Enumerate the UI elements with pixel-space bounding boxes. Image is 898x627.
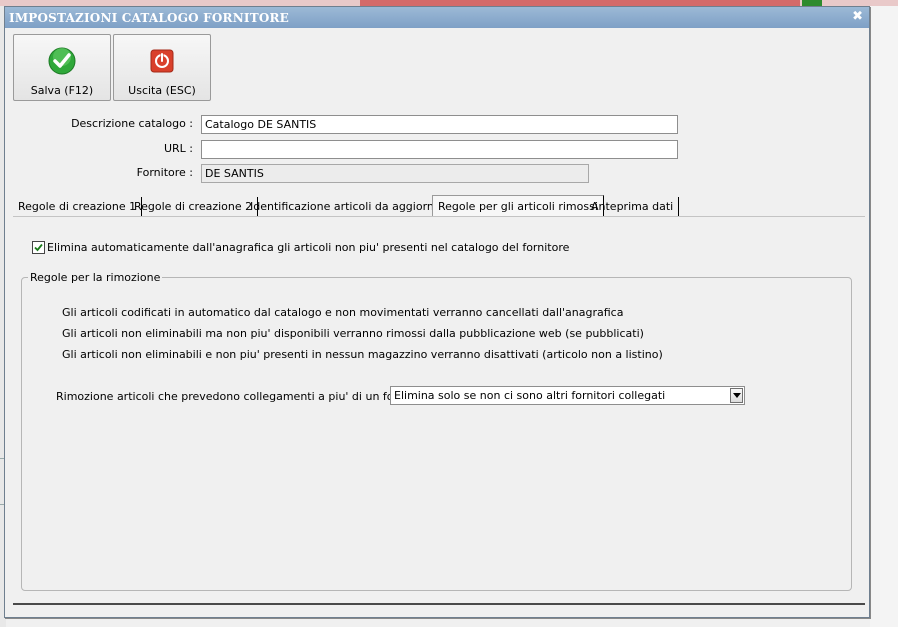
background-app-right (870, 6, 898, 627)
power-icon (150, 49, 174, 73)
tab-regole-articoli-rimossi[interactable]: Regole per gli articoli rimossi (432, 195, 604, 218)
title-bar[interactable]: IMPOSTAZIONI CATALOGO FORNITORE ✖ (5, 7, 869, 28)
exit-button[interactable]: Uscita (ESC) (113, 34, 211, 101)
rule-text: Gli articoli non eliminabili ma non piu'… (62, 327, 644, 340)
checkmark-icon (34, 243, 43, 252)
tab-regole-creazione-2[interactable]: Regole di creazione 2 (129, 197, 259, 216)
dialog-bottom-border (13, 603, 865, 605)
removal-rules-group: Gli articoli codificati in automatico da… (21, 277, 852, 591)
save-button[interactable]: Salva (F12) (13, 34, 111, 101)
tab-anteprima-dati[interactable]: Anteprima dati (586, 197, 680, 216)
rule-text: Gli articoli codificati in automatico da… (62, 306, 624, 319)
descrizione-label: Descrizione catalogo : (71, 117, 193, 130)
removal-rules-group-title: Regole per la rimozione (28, 271, 163, 284)
auto-remove-label: Elimina automaticamente dall'anagrafica … (47, 241, 570, 254)
close-icon[interactable]: ✖ (852, 9, 863, 24)
multi-supplier-value: Elimina solo se non ci sono altri fornit… (394, 389, 666, 402)
catalog-settings-dialog: IMPOSTAZIONI CATALOGO FORNITORE ✖ Salva … (4, 6, 870, 618)
check-circle-icon (48, 47, 76, 75)
auto-remove-checkbox[interactable] (32, 241, 45, 254)
save-button-label: Salva (F12) (30, 84, 94, 97)
fornitore-label: Fornitore : (136, 166, 193, 179)
url-field[interactable] (201, 140, 678, 159)
multi-supplier-label: Rimozione articoli che prevedono collega… (56, 390, 438, 403)
tab-identificazione-articoli[interactable]: Identificazione articoli da aggiornare (245, 197, 458, 216)
tab-regole-creazione-1[interactable]: Regole di creazione 1 (13, 197, 143, 216)
tab-panel-articoli-rimossi: Elimina automaticamente dall'anagrafica … (13, 216, 865, 602)
url-label: URL : (163, 142, 193, 155)
fornitore-field: DE SANTIS (201, 164, 589, 183)
rule-text: Gli articoli non eliminabili e non piu' … (62, 348, 663, 361)
chevron-down-icon[interactable] (730, 388, 743, 403)
exit-button-label: Uscita (ESC) (128, 84, 196, 97)
multi-supplier-select[interactable]: Elimina solo se non ci sono altri fornit… (390, 386, 745, 405)
descrizione-field[interactable]: Catalogo DE SANTIS (201, 115, 678, 134)
window-title: IMPOSTAZIONI CATALOGO FORNITORE (9, 11, 289, 25)
